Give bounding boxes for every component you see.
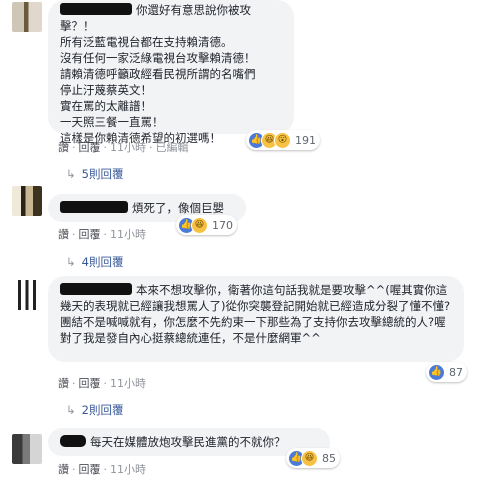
timestamp[interactable]: 11小時 <box>110 141 146 154</box>
replies-count: 5則回覆 <box>81 167 124 181</box>
timestamp[interactable]: 11小時 <box>110 228 146 241</box>
comment-actions: 讚 · 回覆 · 11小時 <box>58 377 146 390</box>
reactions-summary[interactable]: 👍 😆 170 <box>176 215 237 235</box>
redacted-author-name[interactable] <box>60 435 86 447</box>
timestamp[interactable]: 11小時 <box>110 463 146 476</box>
comment-actions: 讚 · 回覆 · 11小時 <box>58 463 146 476</box>
wow-icon: 😮 <box>274 131 291 149</box>
reply-link[interactable]: 回覆 <box>79 228 101 241</box>
reply-arrow-icon: ↳ <box>66 403 76 417</box>
comment-actions: 讚 · 回覆 · 11小時 · 已編輯 <box>58 141 189 154</box>
like-link[interactable]: 讚 <box>58 228 69 241</box>
comment-bubble: 你還好有意思說你被攻擊？！ 所有泛藍電視台都在支持賴清德。 沒有任何一家泛綠電視… <box>48 0 294 145</box>
reply-arrow-icon: ↳ <box>66 167 76 181</box>
timestamp[interactable]: 11小時 <box>110 377 146 390</box>
redacted-author-name[interactable] <box>60 3 132 15</box>
reaction-count: 191 <box>295 133 316 147</box>
like-link[interactable]: 讚 <box>58 141 69 154</box>
comment-bubble: 本來不想攻擊你，衛著你這句話我就是要攻擊^^(喔其實你這幾天的表現就已經讓我想罵… <box>48 276 464 362</box>
like-link[interactable]: 讚 <box>58 377 69 390</box>
view-replies-link[interactable]: ↳ 5則回覆 <box>66 166 123 182</box>
avatar[interactable] <box>12 280 42 310</box>
comment-text: 煩死了，像個巨嬰 <box>132 201 224 215</box>
haha-icon: 😆 <box>191 216 208 234</box>
like-link[interactable]: 讚 <box>58 463 69 476</box>
edited-label[interactable]: 已編輯 <box>156 141 189 154</box>
like-icon: 👍 <box>428 363 445 381</box>
reply-link[interactable]: 回覆 <box>79 463 101 476</box>
reply-link[interactable]: 回覆 <box>79 377 101 390</box>
reaction-count: 87 <box>449 365 463 379</box>
comment-actions: 讚 · 回覆 · 11小時 <box>58 228 146 241</box>
reaction-count: 170 <box>212 218 233 232</box>
avatar[interactable] <box>12 434 42 464</box>
comment-text: 每天在媒體放炮攻擊民進黨的不就你？ <box>90 435 286 449</box>
haha-icon: 😆 <box>301 449 318 467</box>
replies-count: 4則回覆 <box>81 255 124 269</box>
view-replies-link[interactable]: ↳ 2則回覆 <box>66 402 123 418</box>
view-replies-link[interactable]: ↳ 4則回覆 <box>66 254 123 270</box>
reactions-summary[interactable]: 👍 😆 😮 191 <box>246 130 320 150</box>
reply-arrow-icon: ↳ <box>66 255 76 269</box>
replies-count: 2則回覆 <box>81 403 124 417</box>
avatar[interactable] <box>12 2 42 32</box>
reactions-summary[interactable]: 👍 😆 85 <box>286 448 340 468</box>
comment-text: 你還好有意思說你被攻擊？！ 所有泛藍電視台都在支持賴清德。 沒有任何一家泛綠電視… <box>60 3 256 145</box>
reply-link[interactable]: 回覆 <box>79 141 101 154</box>
redacted-author-name[interactable] <box>60 201 128 213</box>
redacted-author-name[interactable] <box>60 283 132 295</box>
reactions-summary[interactable]: 👍 87 <box>426 362 467 382</box>
avatar[interactable] <box>12 186 42 216</box>
reaction-count: 85 <box>322 451 336 465</box>
